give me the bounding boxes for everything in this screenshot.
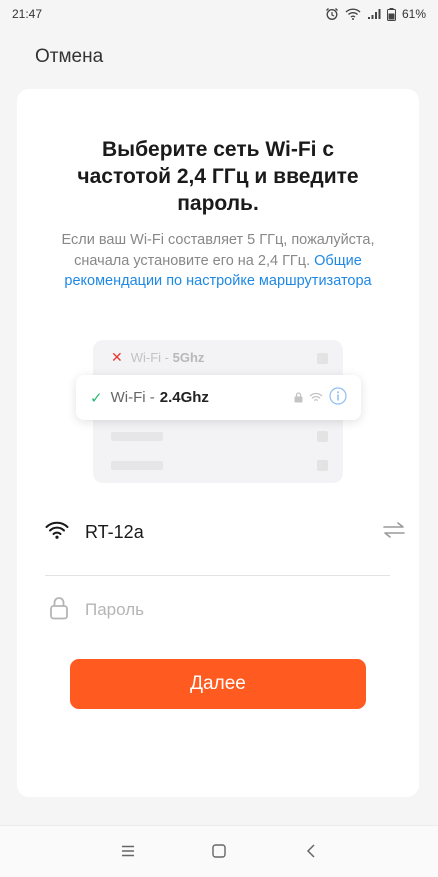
- info-icon: [329, 387, 347, 410]
- battery-percent: 61%: [401, 7, 426, 21]
- wifi-icon: [345, 8, 361, 20]
- divider: [45, 575, 390, 576]
- password-input[interactable]: [85, 600, 365, 620]
- placeholder-square: [317, 353, 328, 364]
- illustration-icons: [294, 387, 347, 410]
- wifi-icon: [45, 521, 69, 544]
- illustration-bad-prefix: Wi-Fi -: [130, 349, 169, 365]
- illustration-good-prefix: Wi-Fi -: [110, 389, 155, 406]
- alarm-icon: [325, 7, 339, 21]
- next-button[interactable]: Далее: [70, 659, 366, 709]
- illustration-5ghz-row: ✕ Wi-Fi - 5Ghz: [111, 346, 204, 368]
- placeholder-bar: [111, 461, 163, 470]
- home-icon[interactable]: [211, 843, 227, 864]
- cancel-button[interactable]: Отмена: [35, 46, 103, 68]
- description: Если ваш Wi-Fi составляет 5 ГГц, пожалуй…: [17, 230, 419, 292]
- page-title: Выберите сеть Wi-Fi с частотой 2,4 ГГц и…: [77, 138, 359, 215]
- status-icons: 61%: [325, 7, 426, 21]
- password-row: [49, 595, 389, 625]
- check-icon: ✓: [90, 389, 103, 407]
- navigation-bar: [0, 825, 438, 877]
- signal-icon: [367, 8, 381, 20]
- status-time: 21:47: [12, 7, 43, 21]
- placeholder-square: [317, 460, 328, 471]
- illustration-good-freq: 2.4Ghz: [159, 389, 209, 406]
- status-bar: 21:47 61%: [0, 0, 438, 28]
- switch-network-icon[interactable]: [383, 522, 405, 543]
- cross-icon: ✕: [111, 348, 123, 365]
- placeholder-square: [317, 431, 328, 442]
- wifi-network-field[interactable]: RT-12a: [45, 516, 405, 548]
- lock-icon: [49, 596, 69, 625]
- battery-icon: [386, 7, 396, 21]
- wifi-network-name: RT-12a: [85, 521, 144, 542]
- illustration-24ghz-row: ✓ Wi-Fi - 2.4Ghz: [76, 375, 361, 420]
- lock-icon: [294, 390, 303, 408]
- placeholder-bar: [111, 432, 163, 441]
- menu-icon[interactable]: [120, 843, 136, 864]
- wifi-setup-card: Выберите сеть Wi-Fi с частотой 2,4 ГГц и…: [17, 89, 419, 797]
- back-icon[interactable]: [303, 843, 319, 864]
- illustration-bad-freq: 5Ghz: [172, 349, 205, 365]
- wifi-icon: [309, 390, 323, 408]
